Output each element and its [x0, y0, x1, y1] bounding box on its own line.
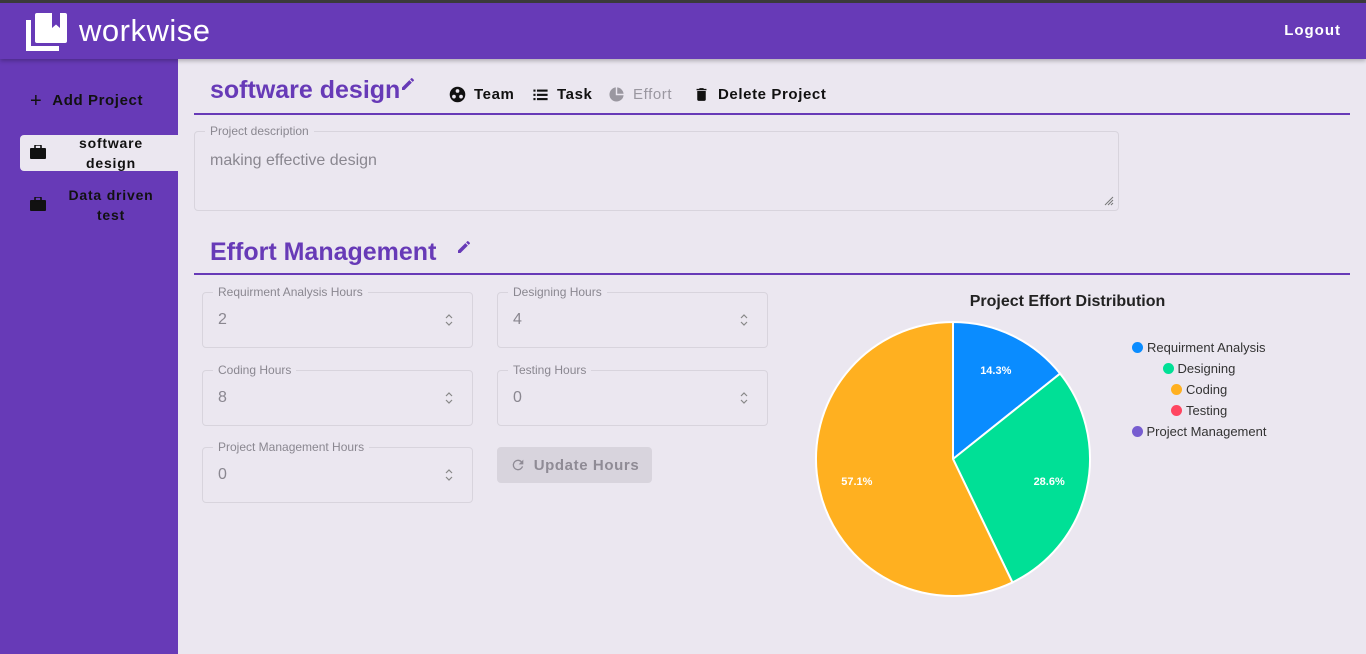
chart-title: Project Effort Distribution — [969, 293, 1166, 310]
app-title: workwise — [79, 13, 211, 48]
pie-chart-icon — [609, 87, 624, 102]
sidebar: + Add Project software design Data drive… — [0, 59, 178, 654]
library-books-icon — [26, 13, 67, 51]
tab-delete-project[interactable]: Delete Project — [693, 86, 826, 103]
legend-item[interactable]: Testing — [1171, 403, 1227, 418]
briefcase-icon — [30, 197, 46, 211]
resize-handle-icon[interactable] — [1102, 194, 1114, 206]
pie-data-label: 28.6% — [1034, 476, 1065, 488]
sidebar-item-data-driven-test[interactable]: Data driven test — [20, 187, 178, 223]
field-value: 0 — [218, 466, 227, 483]
tab-label: Delete Project — [718, 86, 827, 103]
effort-management-title: Effort Management — [210, 238, 437, 266]
field-label: Designing Hours — [508, 285, 607, 299]
logout-button[interactable]: Logout — [1284, 22, 1341, 39]
edit-icon[interactable] — [456, 239, 472, 255]
field-label: Requirment Analysis Hours — [213, 285, 368, 299]
field-value: 4 — [513, 311, 522, 328]
legend-item[interactable]: Project Management — [1131, 424, 1267, 439]
field-value: 8 — [218, 389, 227, 406]
tab-label: Effort — [633, 86, 673, 103]
field-value: 0 — [513, 389, 522, 406]
list-icon — [533, 89, 548, 101]
plus-icon: + — [30, 89, 43, 112]
tab-label: Team — [474, 86, 515, 103]
edit-icon[interactable] — [400, 76, 416, 92]
legend-item[interactable]: Coding — [1171, 382, 1227, 397]
project-description-field[interactable]: Project description making effective des… — [194, 124, 1119, 211]
team-icon — [449, 86, 466, 103]
legend-item[interactable]: Designing — [1162, 361, 1236, 376]
legend-marker-icon — [1171, 405, 1182, 416]
legend-label: Designing — [1177, 361, 1236, 376]
spinner-icon[interactable] — [444, 312, 454, 328]
update-hours-label: Update Hours — [533, 456, 640, 474]
legend-marker-icon — [1132, 342, 1143, 353]
legend-label: Project Management — [1146, 424, 1267, 439]
sidebar-item-label: Data driven test — [68, 187, 154, 223]
legend-item[interactable]: Requirment Analysis — [1132, 340, 1266, 355]
add-project-label: Add Project — [52, 92, 144, 109]
sidebar-item-label: software design — [79, 135, 143, 171]
spinner-icon[interactable] — [739, 390, 749, 406]
briefcase-icon — [30, 145, 46, 159]
coding-hours-input[interactable]: Coding Hours 8 — [202, 363, 473, 426]
legend-label: Coding — [1186, 382, 1228, 397]
tab-label: Task — [557, 86, 593, 103]
add-project-button[interactable]: + Add Project — [30, 89, 144, 112]
legend-label: Testing — [1186, 403, 1228, 418]
field-label: Project Management Hours — [213, 440, 370, 454]
spinner-icon[interactable] — [739, 312, 749, 328]
field-value: 2 — [218, 311, 227, 328]
tab-team[interactable]: Team — [449, 86, 514, 103]
pie-data-label: 57.1% — [841, 476, 872, 488]
update-hours-button[interactable]: Update Hours — [497, 447, 652, 483]
field-label: Testing Hours — [508, 363, 592, 377]
requirement-hours-input[interactable]: Requirment Analysis Hours 2 — [202, 285, 473, 348]
pie-data-label: 14.3% — [980, 365, 1011, 377]
spinner-icon[interactable] — [444, 390, 454, 406]
designing-hours-input[interactable]: Designing Hours 4 — [497, 285, 768, 348]
legend-marker-icon — [1162, 363, 1174, 374]
sidebar-item-software-design[interactable]: software design — [20, 135, 178, 171]
tab-task[interactable]: Task — [532, 86, 592, 103]
field-label: Coding Hours — [213, 363, 297, 377]
legend-marker-icon — [1171, 384, 1182, 395]
spinner-icon[interactable] — [444, 467, 454, 483]
description-value: making effective design — [210, 152, 377, 169]
header-divider — [194, 113, 1350, 115]
tab-effort[interactable]: Effort — [608, 86, 672, 103]
field-label: Project description — [205, 124, 314, 138]
top-app-bar: workwise Logout — [0, 0, 1366, 59]
refresh-icon — [512, 459, 524, 471]
project-title: software design — [210, 76, 401, 104]
legend-marker-icon — [1131, 426, 1143, 437]
testing-hours-input[interactable]: Testing Hours 0 — [497, 363, 768, 426]
trash-icon — [696, 88, 707, 101]
project-management-hours-input[interactable]: Project Management Hours 0 — [202, 440, 473, 503]
effort-pie-chart: 14.3% 28.6% 57.1% — [815, 320, 1091, 597]
legend-label: Requirment Analysis — [1147, 340, 1266, 355]
effort-divider — [194, 273, 1350, 275]
